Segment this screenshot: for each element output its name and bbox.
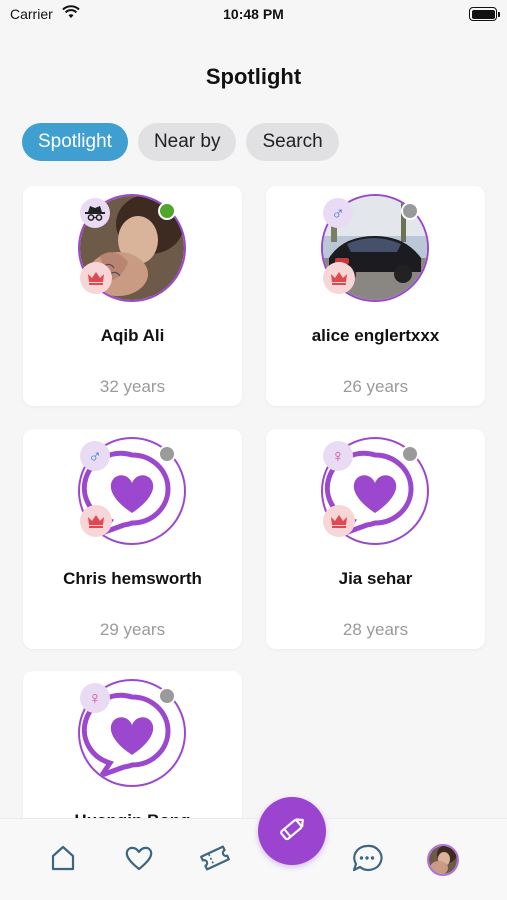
profile-age: 28 years	[342, 620, 409, 639]
profile-age: 26 years	[342, 377, 409, 396]
crown-icon	[323, 262, 355, 294]
tab-spotlight[interactable]: Spotlight	[22, 123, 128, 161]
profile-avatar-wrap	[78, 194, 186, 302]
profile-card[interactable]: ♂ Chris hemsworth 29 years	[23, 429, 242, 649]
tab-search[interactable]: Search	[246, 123, 339, 161]
offline-status-dot	[401, 202, 419, 220]
offline-status-dot	[401, 445, 419, 463]
profile-name: Jia sehar	[338, 569, 413, 588]
battery-icon	[469, 7, 500, 21]
profile-card[interactable]: Aqib Ali 32 years	[23, 186, 242, 406]
online-status-dot	[158, 202, 176, 220]
profile-name: alice englertxxx	[311, 326, 440, 345]
female-icon: ♀	[80, 683, 110, 713]
female-icon: ♀	[323, 441, 353, 471]
profile-avatar-wrap: ♀	[321, 437, 429, 545]
profile-avatar[interactable]	[427, 844, 459, 876]
crown-icon	[80, 262, 112, 294]
profile-card[interactable]: ♀ Jia sehar 28 years	[266, 429, 485, 649]
crown-icon	[323, 505, 355, 537]
male-icon: ♂	[80, 441, 110, 471]
offline-status-dot	[158, 687, 176, 705]
profile-age: 29 years	[99, 620, 166, 639]
heart-icon[interactable]	[122, 841, 156, 875]
incognito-icon	[80, 198, 110, 228]
profile-avatar-wrap: ♂	[78, 437, 186, 545]
tab-near-by[interactable]: Near by	[137, 123, 237, 161]
edit-icon	[275, 812, 309, 851]
status-bar: Carrier 10:48 PM	[0, 0, 507, 30]
page-title: Spotlight	[205, 64, 302, 89]
profile-name: Aqib Ali	[100, 326, 165, 345]
ticket-icon[interactable]	[198, 841, 232, 875]
chat-icon[interactable]	[350, 841, 384, 875]
clock: 10:48 PM	[223, 6, 284, 22]
profile-age: 32 years	[99, 377, 166, 396]
tab-bar: Spotlight Near by Search	[22, 123, 339, 161]
male-icon: ♂	[323, 198, 353, 228]
profile-name: Chris hemsworth	[63, 569, 202, 588]
profile-card[interactable]: ♂ alice englertxxx 26 years	[266, 186, 485, 406]
profile-avatar-wrap: ♂	[321, 194, 429, 302]
offline-status-dot	[158, 445, 176, 463]
home-icon[interactable]	[46, 841, 80, 875]
edit-button[interactable]	[258, 797, 326, 865]
crown-icon	[80, 505, 112, 537]
profile-avatar-wrap: ♀	[78, 679, 186, 787]
